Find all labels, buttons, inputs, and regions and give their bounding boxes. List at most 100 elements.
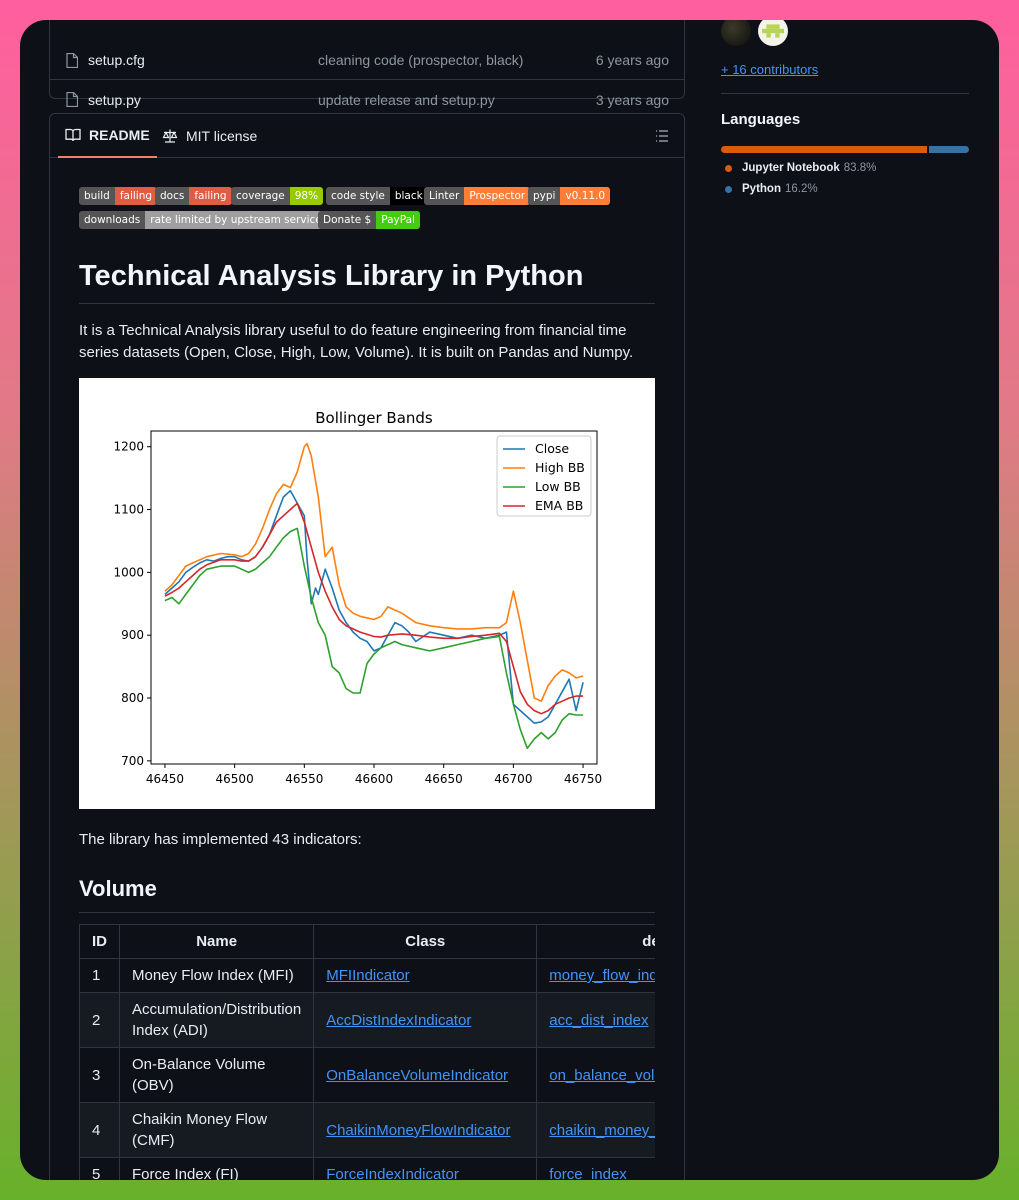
tab-license[interactable]: MIT license <box>162 114 257 158</box>
sidebar-divider <box>721 93 969 94</box>
cell-def-link[interactable]: chaikin_money_flow <box>549 1122 655 1139</box>
app-window: setup.cfg cleaning code (prospector, bla… <box>20 20 999 1180</box>
readme-tab-bar: README MIT license <box>50 114 684 158</box>
legend-label: High BB <box>535 460 585 475</box>
x-tick-label: 46450 <box>146 772 184 786</box>
language-bar <box>721 146 969 153</box>
file-name[interactable]: setup.cfg <box>88 52 145 68</box>
cell-id: 4 <box>79 1102 120 1158</box>
col-header-class: Class <box>313 924 538 959</box>
file-icon <box>66 52 78 68</box>
cell-class: AccDistIndexIndicator <box>313 992 538 1048</box>
cell-name: Chaikin Money Flow (CMF) <box>118 1102 315 1158</box>
badge[interactable]: build failing <box>79 187 158 205</box>
cell-def: money_flow_index <box>536 958 655 993</box>
y-tick-label: 1100 <box>113 503 144 517</box>
language-color-dot <box>725 185 732 193</box>
col-header-defs: defs <box>536 924 655 959</box>
badge[interactable]: docs failing <box>155 187 232 205</box>
cell-class-link[interactable]: ForceIndexIndicator <box>326 1166 459 1180</box>
badge-label: downloads <box>79 211 146 229</box>
badge-label: coverage <box>231 187 290 205</box>
col-header-id: ID <box>79 924 120 959</box>
cell-def: chaikin_money_flow <box>536 1102 655 1158</box>
avatar[interactable] <box>758 20 788 46</box>
cell-name: Money Flow Index (MFI) <box>118 958 315 993</box>
language-percent: 83.8% <box>843 162 877 174</box>
commit-time: 6 years ago <box>595 52 669 68</box>
file-row[interactable]: setup.cfg cleaning code (prospector, bla… <box>50 41 684 80</box>
cell-class-link[interactable]: ChaikinMoneyFlowIndicator <box>326 1122 510 1139</box>
cell-def-link[interactable]: force_index <box>549 1166 627 1180</box>
table-header-row: ID Name Class defs <box>79 924 655 959</box>
cell-def-link[interactable]: on_balance_volume <box>549 1067 655 1084</box>
contributors-link[interactable]: + 16 contributors <box>721 62 818 77</box>
badge[interactable]: coverage 98% <box>231 187 324 205</box>
badge-value: v0.11.0 <box>560 187 611 205</box>
cell-class-link[interactable]: MFIIndicator <box>326 967 409 984</box>
y-tick-label: 1200 <box>113 440 144 454</box>
badge[interactable]: code style black <box>326 187 428 205</box>
indicator-summary: The library has implemented 43 indicator… <box>79 831 362 848</box>
cell-id: 5 <box>79 1157 120 1180</box>
col-header-name: Name <box>118 924 315 959</box>
section-heading: Volume <box>79 876 655 913</box>
language-item[interactable]: Jupyter Notebook 83.8% <box>725 162 876 174</box>
badge-label: Donate $ <box>318 211 377 229</box>
cell-def-link[interactable]: acc_dist_index <box>549 1012 648 1029</box>
language-color-dot <box>725 164 732 172</box>
x-tick-label: 46650 <box>425 772 463 786</box>
file-list: setup.cfg cleaning code (prospector, bla… <box>49 20 685 108</box>
identicon-icon <box>762 24 784 38</box>
language-item[interactable]: Python 16.2% <box>725 183 818 195</box>
badge-value: failing <box>189 187 232 205</box>
outline-list-icon[interactable] <box>654 128 670 144</box>
scale-icon <box>162 129 178 143</box>
avatar[interactable] <box>721 20 751 46</box>
y-tick-label: 1000 <box>113 565 144 579</box>
file-name[interactable]: setup.py <box>88 92 141 108</box>
tab-license-label: MIT license <box>186 128 258 144</box>
badge-label: Linter <box>424 187 465 205</box>
badge-value: rate limited by upstream service <box>145 211 327 229</box>
badge-value: black <box>389 187 428 205</box>
x-tick-label: 46550 <box>285 772 323 786</box>
indicator-table: ID Name Class defs 1Money Flow Index (MF… <box>79 924 655 1180</box>
table-row: 2 Accumulation/Distribution Index (ADI) Ac… <box>79 992 655 1048</box>
intro-paragraph: It is a Technical Analysis library usefu… <box>79 322 634 361</box>
cell-class-link[interactable]: OnBalanceVolumeIndicator <box>326 1067 508 1084</box>
cell-name: On-Balance Volume (OBV) <box>118 1047 315 1103</box>
language-name: Python <box>742 183 781 195</box>
page-title: Technical Analysis Library in Python <box>79 260 655 304</box>
cell-def-link[interactable]: money_flow_index <box>549 967 655 984</box>
chart-svg: Bollinger Bands 46450 46500 46550 46600 46650… <box>113 409 602 786</box>
tab-readme-label: README <box>89 127 150 143</box>
cell-name: Force Index (FI) <box>118 1157 315 1180</box>
book-icon <box>65 128 81 142</box>
chart-title: Bollinger Bands <box>315 409 433 427</box>
badge-label: code style <box>326 187 390 205</box>
commit-message[interactable]: update release and setup.py <box>318 92 495 108</box>
badge[interactable]: Linter Prospector <box>424 187 531 205</box>
badge[interactable]: Donate $ PayPal <box>318 211 420 229</box>
cell-id: 1 <box>79 958 120 993</box>
badge[interactable]: downloads rate limited by upstream servic… <box>79 211 327 229</box>
commit-message[interactable]: cleaning code (prospector, black) <box>318 52 523 68</box>
tab-readme[interactable]: README <box>58 114 157 158</box>
table-row: 5 Force Index (FI) ForceIndexIndicator forc… <box>79 1157 655 1180</box>
legend-label: EMA BB <box>535 498 583 513</box>
badge-value: 98% <box>289 187 324 205</box>
legend-label: Close <box>535 441 569 456</box>
readme-panel: README MIT license build failing docs faili… <box>49 113 685 1180</box>
file-icon <box>66 92 78 107</box>
cell-class-link[interactable]: AccDistIndexIndicator <box>326 1012 471 1029</box>
badge[interactable]: pypi v0.11.0 <box>528 187 611 205</box>
x-tick-label: 46500 <box>216 772 254 786</box>
badge-label: docs <box>155 187 190 205</box>
table-row: 4 Chaikin Money Flow (CMF) ChaikinMoneyFlo… <box>79 1102 655 1158</box>
y-tick-label: 700 <box>121 754 144 768</box>
badge-value: failing <box>114 187 158 205</box>
indicator-table-wrapper[interactable]: ID Name Class defs 1Money Flow Index (MF… <box>79 924 655 1180</box>
badge-label: pypi <box>528 187 561 205</box>
table-row: 1 Money Flow Index (MFI) MFIIndicator money… <box>79 958 655 993</box>
